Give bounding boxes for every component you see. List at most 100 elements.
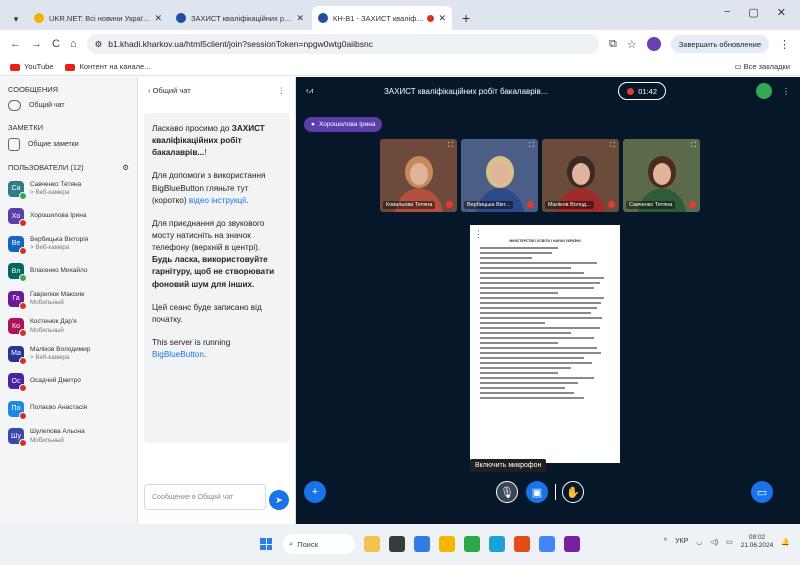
slide-text-line [480, 262, 597, 264]
browser-tab[interactable]: ЗАХИСТ кваліфікаційних робіт ✕ [170, 6, 310, 30]
bigbluebutton-link[interactable]: BigBlueButton [152, 350, 204, 359]
edge-icon[interactable] [414, 536, 430, 552]
help-post: . [246, 195, 249, 205]
browser-tab-active[interactable]: КН-В1 - ЗАХИСТ кваліфіка ✕ [312, 6, 452, 30]
maximize-icon[interactable]: ▢ [748, 6, 758, 19]
connection-status-icon[interactable] [756, 83, 772, 99]
user-list-item[interactable]: Ко Костенюк Дар'я Мобильный [8, 316, 129, 337]
volume-icon[interactable]: ◁) [710, 538, 718, 546]
public-chat-item[interactable]: Общий чат [8, 100, 129, 111]
slide-text-line [480, 277, 604, 279]
app-icon[interactable] [539, 536, 555, 552]
browser-menu-icon[interactable]: ⋮ [779, 38, 790, 51]
bookmark-channel[interactable]: Контент на канале... [65, 62, 150, 71]
taskbar-search[interactable]: ⌕ Поиск [283, 534, 355, 554]
fullscreen-icon[interactable]: ⛶ [610, 142, 615, 150]
user-list-item[interactable]: Хо Хорошилова Ірина [8, 206, 129, 227]
chat-header: ‹ Общий чат ⋮ [138, 77, 295, 103]
reload-icon[interactable]: C [52, 38, 60, 50]
wifi-icon[interactable]: ◡ [696, 538, 702, 546]
windows-start-icon[interactable] [260, 538, 272, 550]
screen-share-button[interactable]: ▭ [751, 481, 773, 503]
app-icon[interactable] [564, 536, 580, 552]
bookmark-star-icon[interactable]: ☆ [627, 38, 637, 51]
video-instructions-link[interactable]: відео інструкції [189, 196, 246, 205]
chat-panel: ‹ Общий чат ⋮ Ласкаво просимо до ЗАХИСТ … [138, 77, 296, 524]
talking-indicator[interactable]: ● Хорошилова Ірина [304, 117, 383, 132]
tray-overflow-icon[interactable]: ^ [664, 538, 667, 545]
search-label: Поиск [297, 539, 318, 549]
actions-button[interactable]: + [304, 481, 326, 503]
running-post: . [203, 350, 207, 360]
home-icon[interactable]: ⌂ [70, 38, 77, 50]
send-message-button[interactable]: ➤ [269, 490, 289, 510]
webcam-user-name: Вербицька Вікт... [464, 201, 513, 209]
user-list-toggle-icon[interactable]: ‹⩘ [306, 86, 313, 96]
webcam-tile[interactable]: ⛶ Ковальова Тетяна [380, 139, 457, 212]
fullscreen-icon[interactable]: ⛶ [448, 142, 453, 150]
recording-indicator[interactable]: 01:42 [618, 82, 666, 100]
fullscreen-icon[interactable]: ⛶ [691, 142, 696, 150]
new-tab-button[interactable]: + [454, 10, 478, 30]
welcome-post: ! [204, 148, 207, 158]
options-menu-icon[interactable]: ⋮ [782, 87, 790, 96]
chat-message-input[interactable]: Сообщение в Общий чат [144, 484, 266, 510]
webcam-button[interactable]: ▣ [526, 481, 548, 503]
webcam-tile[interactable]: ⛶ Вербицька Вікт... [461, 139, 538, 212]
browser-tab[interactable]: UKR.NET: Всі новини України... ✕ [28, 6, 168, 30]
user-list-item[interactable]: По Полаєво Анастасія [8, 398, 129, 420]
language-indicator[interactable]: УКР [675, 538, 688, 545]
user-list-item[interactable]: Га Гаврилюк Максим Мобильный [8, 288, 129, 310]
file-explorer-icon[interactable] [439, 536, 455, 552]
store-icon[interactable] [464, 536, 480, 552]
slide-options-icon[interactable]: ⋮ [474, 229, 483, 240]
hide-chat-button[interactable]: ‹ Общий чат [148, 86, 191, 95]
browser-app-icon[interactable] [489, 536, 505, 552]
raise-hand-button[interactable]: ✋ [562, 481, 584, 503]
windows-taskbar: ⌕ Поиск ^ УКР ◡ ◁) ▭ 09:02 21.06.2024 🔔 [0, 524, 800, 565]
muted-mic-icon [527, 201, 534, 208]
tab-close-icon[interactable]: ✕ [296, 13, 304, 24]
chrome-icon[interactable] [514, 536, 530, 552]
slide-text-line [480, 267, 571, 269]
unmute-button[interactable]: 🎙 [496, 481, 518, 503]
user-list-item[interactable]: Шу Шулепова Альона Мобильный [8, 426, 129, 447]
user-info: Савченко Тетяна > Веб-камера [30, 181, 81, 196]
profile-avatar[interactable] [646, 37, 661, 51]
clock[interactable]: 09:02 21.06.2024 [741, 534, 774, 550]
webcam-tile[interactable]: ⛶ Маліков Волод... [542, 139, 619, 212]
user-list-item[interactable]: Ос Осадчий Дмитро [8, 371, 129, 392]
battery-icon[interactable]: ▭ [726, 538, 733, 546]
user-name: Полаєво Анастасія [30, 404, 88, 412]
update-button[interactable]: Завершить обновление [670, 35, 769, 53]
fullscreen-icon[interactable]: ⛶ [529, 142, 534, 150]
user-list-item[interactable]: Ве Вербицька Вікторія > Веб-камера [8, 233, 129, 255]
notifications-icon[interactable]: 🔔 [781, 538, 790, 546]
minimize-icon[interactable]: − [724, 6, 730, 19]
user-name: Власенко Михайло [30, 266, 88, 274]
webcam-tile[interactable]: ⛶ Савченко Тетяна [623, 139, 700, 212]
back-icon[interactable]: ← [10, 38, 21, 50]
phone-bold: Будь ласка, використовуйте гарнітуру, що… [152, 255, 275, 289]
shared-notes-item[interactable]: Общие заметки [8, 138, 129, 151]
url-input[interactable]: ⚙ b1.khadi.kharkov.ua/html5client/join?s… [86, 34, 600, 54]
user-name: Осадчий Дмитро [30, 376, 81, 384]
user-info: Шулепова Альона Мобильный [30, 428, 85, 443]
user-list-item[interactable]: Ма Маліков Володимир > Веб-камера [8, 343, 129, 365]
user-status: Мобильный [30, 436, 64, 444]
forward-icon[interactable]: → [31, 38, 42, 50]
all-bookmarks[interactable]: ▭ Все закладки [734, 62, 790, 71]
close-window-icon[interactable]: ✕ [777, 6, 786, 19]
users-settings-icon[interactable]: ⚙ [122, 163, 129, 172]
tab-search-icon[interactable]: ▾ [4, 8, 28, 30]
bookmark-youtube[interactable]: YouTube [10, 62, 53, 71]
tab-close-icon[interactable]: ✕ [154, 13, 162, 24]
widgets-icon[interactable] [364, 536, 380, 552]
user-list-item[interactable]: Са Савченко Тетяна > Веб-камера [8, 178, 129, 200]
install-icon[interactable]: ⧉ [609, 38, 617, 51]
site-info-icon[interactable]: ⚙ [95, 39, 103, 50]
chat-options-icon[interactable]: ⋮ [278, 86, 286, 95]
task-view-icon[interactable] [389, 536, 405, 552]
user-list-item[interactable]: Вл Власенко Михайло [8, 261, 129, 282]
tab-close-icon[interactable]: ✕ [438, 13, 446, 24]
